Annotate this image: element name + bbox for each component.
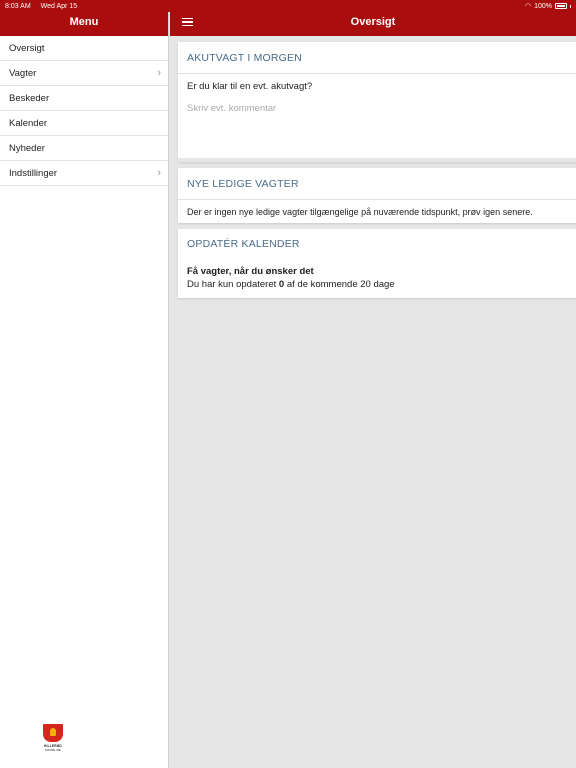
status-left: 8:03 AM Wed Apr 15 <box>5 3 85 10</box>
card-divider <box>178 158 576 162</box>
sidebar-item-label: Kalender <box>9 117 48 129</box>
sidebar-item-label: Nyheder <box>9 142 45 154</box>
card-ledige-vagter: NYE LEDIGE VAGTER Der er ingen nye ledig… <box>178 168 576 223</box>
card-body: Få vagter, når du ønsker det Du har kun … <box>178 259 576 298</box>
status-right: ◠ 100% <box>525 2 571 10</box>
kalender-text-prefix: Du har kun opdateret <box>187 279 277 290</box>
municipality-logo: HILLERØD KOMMUNE <box>42 724 64 756</box>
sidebar-item-indstillinger[interactable]: Indstillinger › <box>0 161 168 186</box>
card-akutvagt: AKUTVAGT I MORGEN Er du klar til en evt.… <box>178 42 576 162</box>
battery-tip <box>570 4 571 8</box>
battery-icon <box>555 3 567 9</box>
status-time: 8:03 AM <box>5 2 31 10</box>
sidebar-item-label: Beskeder <box>9 92 50 104</box>
comment-input[interactable]: Skriv evt. kommentar <box>187 103 567 114</box>
card-title: OPDATÉR KALENDER <box>187 238 300 250</box>
wifi-icon: ◠ <box>524 3 532 10</box>
logo-shield-icon <box>43 724 63 742</box>
sidebar-item-label: Vagter <box>9 67 37 79</box>
status-date: Wed Apr 15 <box>40 2 78 10</box>
sidebar-item-label: Oversigt <box>9 42 45 54</box>
chevron-right-icon: › <box>157 67 161 79</box>
card-opdater-kalender[interactable]: OPDATÉR KALENDER Få vagter, når du ønske… <box>178 229 576 298</box>
card-message: Der er ingen nye ledige vagter tilgængel… <box>187 207 533 217</box>
page-title-text: Oversigt <box>350 16 396 28</box>
status-bar: 8:03 AM Wed Apr 15 ◠ 100% <box>0 0 576 12</box>
main-content: AKUTVAGT I MORGEN Er du klar til en evt.… <box>178 42 576 304</box>
chevron-right-icon: › <box>157 167 161 179</box>
sidebar-item-label: Indstillinger <box>9 167 58 179</box>
card-title: NYE LEDIGE VAGTER <box>178 168 576 200</box>
akutvagt-question[interactable]: Er du klar til en evt. akutvagt? <box>187 81 567 92</box>
sidebar-item-nyheder[interactable]: Nyheder <box>0 136 168 161</box>
card-title: AKUTVAGT I MORGEN <box>178 42 576 74</box>
sidebar-item-beskeder[interactable]: Beskeder <box>0 86 168 111</box>
sidebar-item-vagter[interactable]: Vagter › <box>0 61 168 86</box>
battery-percent: 100% <box>534 2 552 10</box>
kalender-text-suffix: af de kommende 20 dage <box>286 279 395 290</box>
logo-text-line2: KOMMUNE <box>44 748 61 752</box>
sidebar-item-kalender[interactable]: Kalender <box>0 111 168 136</box>
card-body: Er du klar til en evt. akutvagt? Skriv e… <box>178 74 576 158</box>
sidebar-title: Menu <box>69 16 99 28</box>
kalender-status: Du har kun opdateret 0 af de kommende 20… <box>187 278 567 291</box>
sidebar: Menu Oversigt Vagter › Beskeder Kalender… <box>0 0 169 768</box>
sidebar-item-oversigt[interactable]: Oversigt <box>0 36 168 61</box>
kalender-headline: Få vagter, når du ønsker det <box>187 266 314 277</box>
updated-count: 0 <box>278 279 285 290</box>
